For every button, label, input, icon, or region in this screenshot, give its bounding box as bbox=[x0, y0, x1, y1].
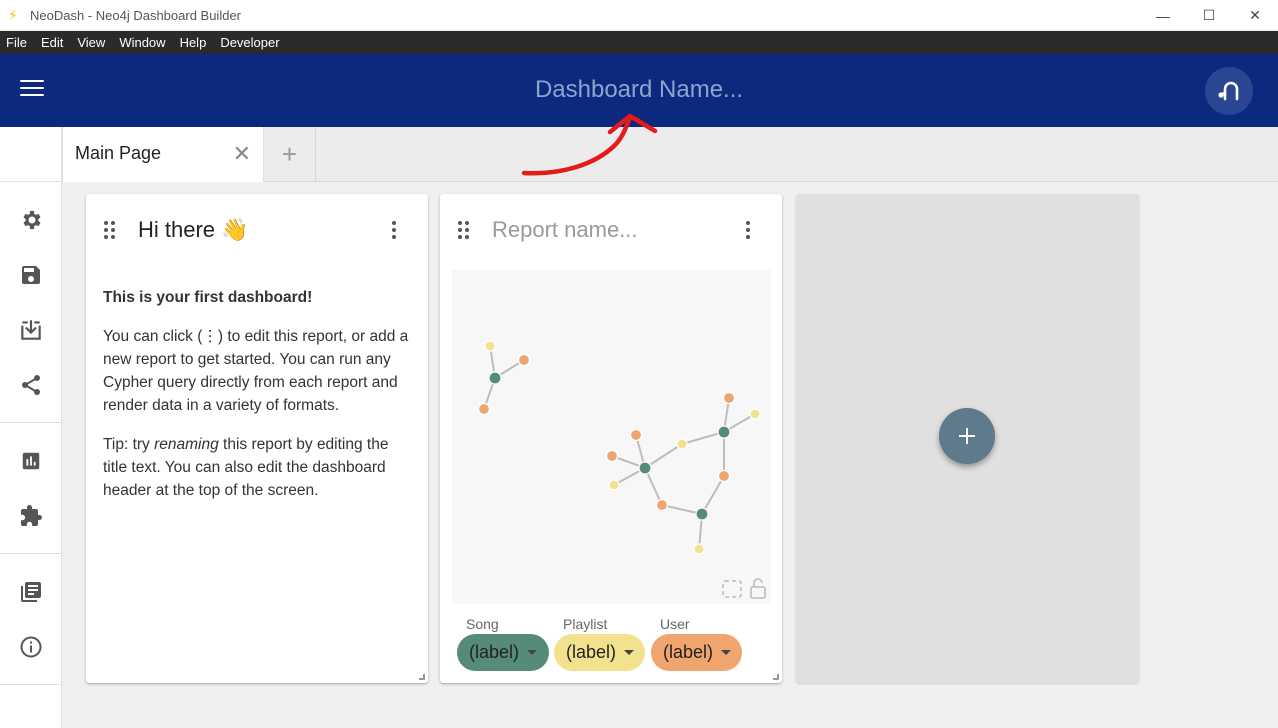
label-select-chip[interactable]: (label) bbox=[457, 634, 549, 671]
caret-down-icon bbox=[721, 650, 732, 655]
load-button[interactable] bbox=[0, 302, 62, 357]
docs-icon bbox=[21, 581, 41, 602]
documentation-button[interactable] bbox=[0, 564, 62, 619]
minimize-button[interactable]: — bbox=[1140, 0, 1186, 31]
drag-handle-icon[interactable] bbox=[104, 221, 118, 241]
menu-developer[interactable]: Developer bbox=[220, 35, 279, 50]
share-icon bbox=[22, 374, 40, 395]
resize-handle[interactable] bbox=[419, 674, 425, 680]
legend-item-user: User (label) bbox=[651, 616, 742, 671]
report-paragraph-1: You can click (⋮) to edit this report, o… bbox=[103, 328, 409, 414]
graph-legend: Song (label) Playlist (label) User (labe… bbox=[456, 616, 776, 676]
close-window-button[interactable]: ✕ bbox=[1232, 0, 1278, 31]
more-vert-icon[interactable] bbox=[746, 221, 752, 241]
menu-file[interactable]: File bbox=[6, 35, 27, 50]
settings-button[interactable] bbox=[0, 192, 62, 247]
legend-label: Playlist bbox=[563, 616, 608, 632]
report-card-graph: Report name... Song (label) Playlist (la… bbox=[440, 194, 782, 683]
examples-button[interactable] bbox=[0, 433, 62, 488]
menu-help[interactable]: Help bbox=[180, 35, 207, 50]
menu-edit[interactable]: Edit bbox=[41, 35, 63, 50]
tab-label: Main Page bbox=[75, 143, 162, 163]
more-vert-icon[interactable] bbox=[392, 221, 398, 241]
label-select-chip[interactable]: (label) bbox=[651, 634, 742, 671]
drag-handle-icon[interactable] bbox=[458, 221, 472, 241]
dashboard-name-input[interactable]: Dashboard Name... bbox=[0, 76, 1278, 104]
close-icon[interactable]: ✕ bbox=[233, 141, 251, 167]
plus-icon bbox=[959, 428, 975, 444]
load-icon bbox=[21, 319, 41, 340]
info-icon bbox=[20, 636, 42, 657]
report-heading: This is your first dashboard! bbox=[103, 289, 313, 306]
menu-bar: File Edit View Window Help Developer bbox=[0, 31, 1278, 54]
maximize-button[interactable]: ☐ bbox=[1186, 0, 1232, 31]
sidebar bbox=[0, 127, 62, 728]
extensions-button[interactable] bbox=[0, 488, 62, 543]
report-title-input[interactable]: Report name... bbox=[492, 217, 638, 243]
extension-icon bbox=[21, 504, 42, 526]
save-button[interactable] bbox=[0, 247, 62, 302]
label-select-chip[interactable]: (label) bbox=[554, 634, 645, 671]
window-titlebar: ⚡ NeoDash - Neo4j Dashboard Builder — ☐ … bbox=[0, 0, 1278, 31]
about-button[interactable] bbox=[0, 619, 62, 674]
chart-icon bbox=[22, 452, 40, 469]
window-controls: — ☐ ✕ bbox=[1140, 0, 1278, 31]
lightning-icon: ⚡ bbox=[8, 6, 18, 23]
window-title: NeoDash - Neo4j Dashboard Builder bbox=[30, 7, 242, 23]
graph-visualization[interactable] bbox=[452, 270, 771, 604]
caret-down-icon bbox=[527, 650, 538, 655]
gear-icon bbox=[23, 210, 41, 229]
report-markdown: This is your first dashboard! You can cl… bbox=[103, 286, 415, 518]
connection-icon bbox=[1218, 81, 1239, 101]
report-title[interactable]: Hi there 👋 bbox=[138, 217, 249, 243]
caret-down-icon bbox=[624, 650, 635, 655]
legend-item-song: Song (label) bbox=[457, 616, 549, 671]
menu-view[interactable]: View bbox=[77, 35, 105, 50]
fullscreen-icon[interactable] bbox=[722, 580, 742, 598]
app-header: Dashboard Name... bbox=[0, 54, 1278, 127]
resize-handle[interactable] bbox=[773, 674, 779, 680]
page-tabs: Main Page ✕ + bbox=[62, 127, 1278, 182]
add-page-button[interactable]: + bbox=[264, 127, 316, 182]
report-paragraph-2: Tip: try renaming this report by editing… bbox=[103, 436, 389, 499]
tab-main-page[interactable]: Main Page ✕ bbox=[62, 127, 264, 182]
menu-window[interactable]: Window bbox=[119, 35, 165, 50]
save-icon bbox=[22, 265, 40, 284]
share-button[interactable] bbox=[0, 357, 62, 412]
connection-button[interactable] bbox=[1205, 67, 1253, 115]
legend-label: User bbox=[660, 616, 690, 632]
add-report-button[interactable] bbox=[939, 408, 995, 464]
lock-icon[interactable] bbox=[750, 578, 766, 599]
add-report-card bbox=[796, 194, 1139, 683]
legend-label: Song bbox=[466, 616, 499, 632]
legend-item-playlist: Playlist (label) bbox=[554, 616, 645, 671]
report-card-welcome: Hi there 👋 This is your first dashboard!… bbox=[86, 194, 428, 683]
